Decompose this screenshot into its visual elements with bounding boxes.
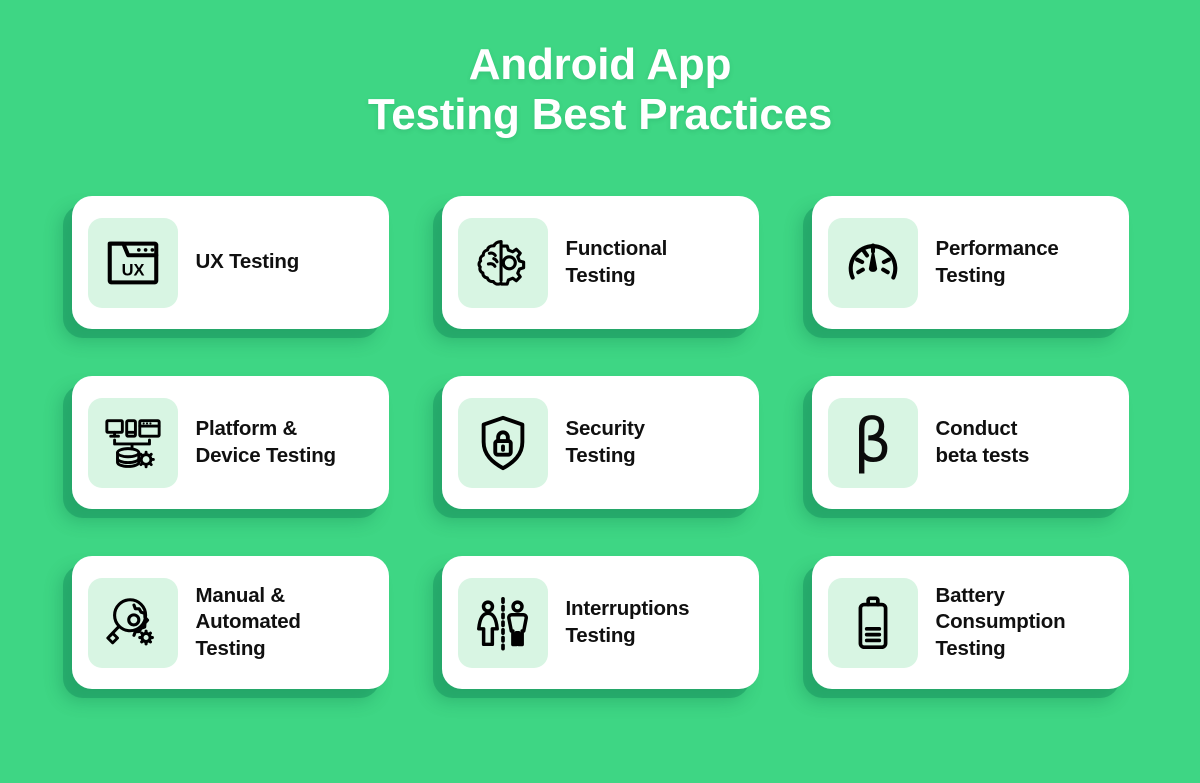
card-performance-testing[interactable]: Performance Testing — [811, 196, 1129, 329]
card-functional-testing[interactable]: Functional Testing — [441, 196, 759, 329]
card-manual-automated-testing[interactable]: Manual & Automated Testing — [71, 556, 389, 689]
card-battery-consumption-testing[interactable]: Battery Consumption Testing — [811, 556, 1129, 689]
card-label: Performance Testing — [935, 237, 1059, 287]
title-line-2: Testing Best Practices — [367, 90, 833, 139]
card-label: Platform & Device Testing — [195, 417, 337, 467]
beta-glyph: β — [853, 405, 892, 476]
card-label: Security Testing — [565, 417, 646, 467]
card-label: Conduct beta tests — [935, 417, 1030, 467]
magnifier-gear-icon — [87, 577, 178, 668]
card-conduct-beta-tests[interactable]: β Conduct beta tests — [811, 376, 1129, 509]
card-ux-testing[interactable]: UX UX Testing — [71, 196, 389, 329]
shield-lock-icon — [457, 397, 548, 488]
speedometer-gauge-icon — [827, 217, 918, 308]
title-line-1: Android App — [468, 40, 732, 89]
ux-browser-window-icon: UX — [87, 217, 178, 308]
beta-symbol-icon: β — [827, 397, 918, 488]
card-label: Battery Consumption Testing — [935, 584, 1066, 660]
two-people-divider-icon — [457, 577, 548, 668]
brain-gear-icon — [457, 217, 548, 308]
card-label: Functional Testing — [565, 237, 668, 287]
practice-card-grid: UX UX Testing Functional Testing Perform… — [65, 196, 1135, 689]
card-security-testing[interactable]: Security Testing — [441, 376, 759, 509]
card-label: Interruptions Testing — [565, 597, 690, 647]
devices-database-gear-icon — [87, 397, 178, 488]
infographic-poster: Android App Testing Best Practices UX UX… — [0, 0, 1200, 783]
card-interruptions-testing[interactable]: Interruptions Testing — [441, 556, 759, 689]
card-platform-device-testing[interactable]: Platform & Device Testing — [71, 376, 389, 509]
svg-text:UX: UX — [121, 261, 144, 279]
card-label: UX Testing — [195, 250, 300, 274]
battery-level-icon — [827, 577, 918, 668]
card-label: Manual & Automated Testing — [195, 584, 301, 660]
page-title: Android App Testing Best Practices — [367, 40, 833, 140]
